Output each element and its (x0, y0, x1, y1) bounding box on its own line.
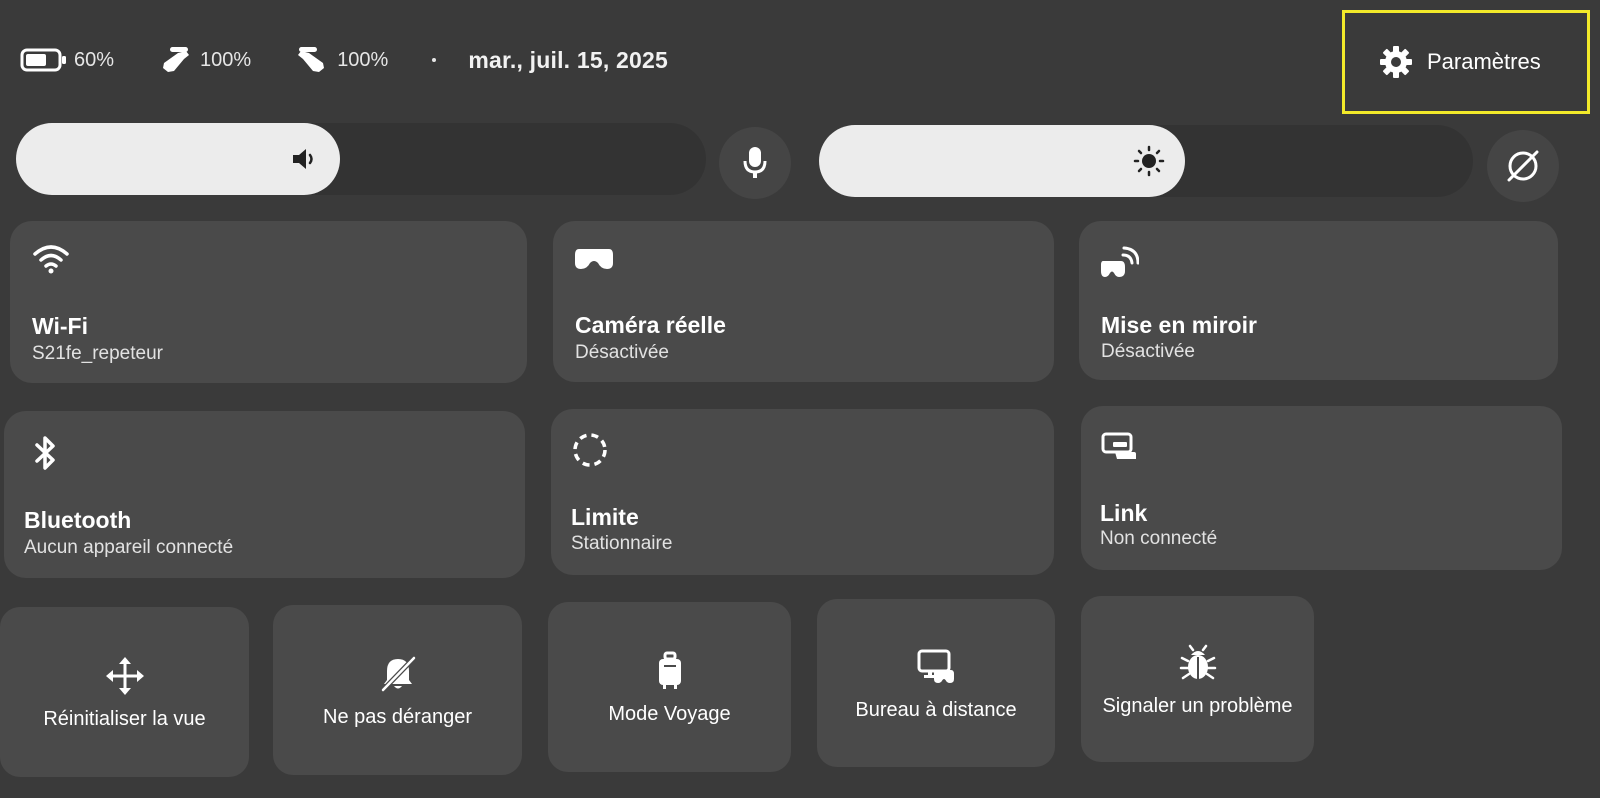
casting-subtitle: Désactivée (1101, 341, 1195, 362)
settings-label: Paramètres (1427, 49, 1541, 74)
quick-settings-panel: 60% 100% 100% mar., juil. 15, 2025 Param… (0, 0, 1600, 798)
cast-icon (1101, 246, 1139, 277)
wifi-subtitle: S21fe_repeteur (32, 343, 163, 364)
bluetooth-subtitle: Aucun appareil connecté (24, 537, 234, 558)
headset-battery-label: 60% (74, 48, 115, 71)
luggage-icon (658, 651, 681, 689)
headset-battery: 60% (20, 47, 114, 73)
travel-mode-button[interactable]: Mode Voyage (548, 602, 791, 772)
bug-icon (1179, 644, 1216, 679)
date-label: mar., juil. 15, 2025 (468, 46, 668, 73)
brightness-off-icon (1507, 150, 1539, 182)
remote-desktop-button[interactable]: Bureau à distance (817, 599, 1055, 767)
report-problem-button[interactable]: Signaler un problème (1081, 596, 1314, 762)
move-arrows-icon (105, 656, 144, 695)
remote-desktop-icon (917, 649, 954, 683)
travel-mode-label: Mode Voyage (608, 702, 731, 725)
casting-title: Mise en miroir (1101, 312, 1257, 338)
speaker-icon (293, 149, 314, 169)
link-icon (1101, 432, 1136, 459)
dashed-circle-icon (573, 433, 607, 467)
bluetooth-tile[interactable]: Bluetooth Aucun appareil connecté (4, 411, 525, 578)
passthrough-title: Caméra réelle (575, 312, 726, 338)
volume-slider-fill (16, 123, 341, 195)
boundary-tile[interactable]: Limite Stationnaire (551, 409, 1054, 575)
do-not-disturb-button[interactable]: Ne pas déranger (273, 605, 522, 775)
wifi-tile[interactable]: Wi-Fi S21fe_repeteur (10, 221, 527, 383)
report-problem-label: Signaler un problème (1102, 694, 1293, 717)
separator-dot (432, 58, 437, 62)
left-controller-icon (163, 47, 190, 72)
link-subtitle: Non connecté (1100, 528, 1218, 549)
status-bar: 60% 100% 100% mar., juil. 15, 2025 (20, 42, 668, 78)
casting-tile[interactable]: Mise en miroir Désactivée (1079, 221, 1558, 380)
do-not-disturb-label: Ne pas déranger (323, 705, 472, 728)
reset-view-button[interactable]: Réinitialiser la vue (0, 607, 249, 777)
auto-brightness-button[interactable] (1487, 130, 1559, 202)
link-tile[interactable]: Link Non connecté (1081, 406, 1562, 570)
boundary-subtitle: Stationnaire (571, 533, 673, 554)
battery-icon (20, 48, 66, 72)
microphone-button[interactable] (719, 127, 791, 199)
bluetooth-icon (35, 436, 55, 470)
reset-view-label: Réinitialiser la vue (43, 707, 206, 730)
left-controller-battery-label: 100% (200, 48, 252, 71)
brightness-slider-fill (819, 125, 1186, 197)
left-controller-battery: 100% (156, 45, 251, 75)
right-controller-icon (298, 47, 325, 72)
boundary-title: Limite (571, 504, 639, 530)
link-title: Link (1100, 500, 1148, 526)
passthrough-subtitle: Désactivée (575, 342, 669, 363)
volume-slider[interactable] (16, 123, 706, 195)
headset-icon (575, 249, 613, 269)
wifi-title: Wi-Fi (32, 313, 88, 339)
right-controller-battery-label: 100% (337, 48, 389, 71)
wifi-icon (33, 245, 69, 274)
settings-button[interactable]: Paramètres (1342, 10, 1590, 114)
sun-icon (1133, 145, 1165, 177)
gear-icon (1380, 46, 1412, 78)
passthrough-tile[interactable]: Caméra réelle Désactivée (553, 221, 1054, 382)
right-controller-battery: 100% (293, 45, 388, 75)
brightness-slider[interactable] (819, 125, 1473, 197)
remote-desktop-label: Bureau à distance (855, 698, 1017, 721)
bell-off-icon (380, 655, 416, 692)
bluetooth-title: Bluetooth (24, 507, 132, 533)
microphone-icon (743, 147, 767, 178)
